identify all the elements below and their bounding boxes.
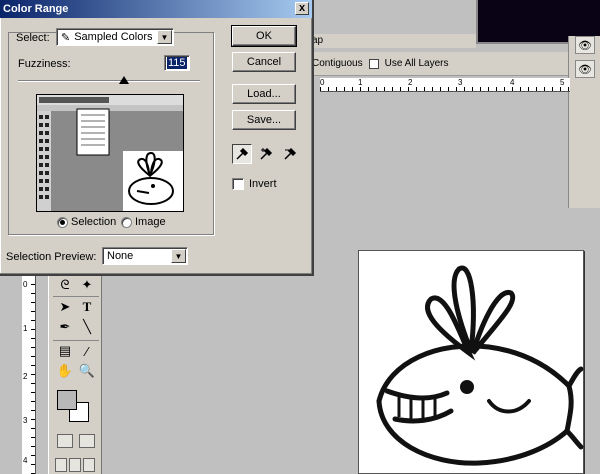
eyedropper-plus-icon (260, 147, 273, 160)
screen-mode-full-menu-button[interactable] (69, 458, 81, 472)
line-tool-icon[interactable]: ╲ (77, 318, 97, 336)
zoom-tool-icon[interactable]: 🔍 (77, 362, 97, 380)
eye-icon[interactable]: 👁 (575, 60, 595, 78)
ruler-tick-label: 0 (320, 78, 325, 87)
ruler-vertical: 0 1 2 3 4 (22, 276, 36, 474)
ruler-horizontal: 0 1 2 3 4 5 (320, 78, 570, 92)
options-bar: Contiguous Use All Layers (300, 52, 570, 76)
tool-separator (53, 340, 99, 341)
screen-mode-standard-button[interactable] (55, 458, 67, 472)
lasso-tool-icon[interactable]: ᘓ (55, 276, 75, 294)
ruler-tick-label: 2 (408, 78, 413, 87)
eyedropper-plus-button[interactable] (256, 144, 276, 164)
chevron-down-icon: ▼ (171, 249, 186, 263)
use-all-layers-label: Use All Layers (384, 58, 449, 69)
eye-icon[interactable]: 👁 (575, 36, 595, 54)
pen-tool-icon[interactable]: ✒ (55, 318, 75, 336)
selection-preview-dropdown[interactable]: None ▼ (102, 247, 188, 265)
fuzziness-input[interactable]: 115 (164, 55, 190, 71)
tools-palette: ᘓ ✦ ➤ T ✒ ╲ ▤ ⁄ ✋ 🔍 (48, 276, 102, 474)
selection-radio-label: Selection (71, 216, 117, 228)
ok-button[interactable]: OK (231, 25, 297, 47)
foreground-color-swatch[interactable] (57, 390, 77, 410)
ruler-tick-label: 4 (510, 78, 515, 87)
invert-checkbox[interactable] (232, 178, 244, 190)
load-button[interactable]: Load... (232, 84, 296, 104)
use-all-layers-checkbox[interactable] (368, 58, 379, 69)
selection-preview-image (36, 94, 184, 212)
ruler-tick-label: 1 (358, 78, 363, 87)
color-range-dialog: Color Range x Select: ✎ Sampled Colors ▼… (0, 0, 314, 276)
ruler-tick-label: 1 (23, 324, 28, 333)
layers-panel: 👁 👁 (568, 36, 600, 208)
eyedropper-minus-icon (284, 147, 297, 160)
selection-preview-value: None (107, 250, 134, 262)
close-icon: x (298, 2, 306, 14)
close-button[interactable]: x (295, 2, 309, 15)
invert-label: Invert (249, 178, 277, 190)
select-dropdown[interactable]: ✎ Sampled Colors ▼ (56, 28, 174, 46)
ruler-tick-label: 3 (23, 416, 28, 425)
notes-tool-icon[interactable]: ▤ (55, 342, 75, 360)
fuzziness-slider-thumb[interactable] (118, 76, 129, 84)
cancel-button[interactable]: Cancel (232, 52, 296, 72)
eyedropper-icon: ✎ (61, 31, 71, 44)
ruler-tick-label: 3 (458, 78, 463, 87)
select-label: Select: (16, 32, 50, 44)
tool-separator (53, 296, 99, 297)
eyedropper-icon (236, 147, 249, 160)
save-button[interactable]: Save... (232, 110, 296, 130)
ruler-tick-label: 2 (23, 372, 28, 381)
eyedropper-minus-button[interactable] (280, 144, 300, 164)
hand-tool-icon[interactable]: ✋ (55, 362, 75, 380)
eyedropper-button[interactable] (232, 144, 252, 164)
select-dropdown-value: Sampled Colors (74, 31, 153, 43)
dialog-title: Color Range (3, 3, 69, 15)
quick-mask-mode-button[interactable] (79, 434, 95, 448)
image-radio[interactable] (121, 217, 132, 228)
selection-preview-label: Selection Preview: (6, 251, 97, 263)
ruler-tick-label: 0 (23, 280, 28, 289)
ruler-tick-label: 5 (560, 78, 565, 87)
eyedropper-tool-icon[interactable]: ⁄ (77, 342, 97, 360)
fuzziness-value: 115 (167, 57, 187, 69)
magic-wand-tool-icon[interactable]: ✦ (77, 276, 97, 294)
ruler-tick-label: 4 (23, 456, 28, 465)
type-tool-icon[interactable]: T (77, 298, 97, 316)
contiguous-label: Contiguous (312, 58, 363, 69)
screen-mode-full-button[interactable] (83, 458, 95, 472)
fuzziness-label: Fuzziness: (18, 58, 71, 70)
document-canvas[interactable] (358, 250, 584, 474)
image-radio-label: Image (135, 216, 166, 228)
chevron-down-icon: ▼ (157, 30, 172, 44)
whale-drawing (376, 265, 584, 466)
fuzziness-slider-track[interactable] (18, 80, 200, 82)
selection-radio[interactable] (57, 217, 68, 228)
preview-thumbnail (37, 95, 183, 211)
dialog-titlebar[interactable]: Color Range x (0, 0, 312, 18)
standard-mode-button[interactable] (57, 434, 73, 448)
document-title-bar[interactable]: ap (300, 34, 476, 48)
path-selection-tool-icon[interactable]: ➤ (55, 298, 75, 316)
